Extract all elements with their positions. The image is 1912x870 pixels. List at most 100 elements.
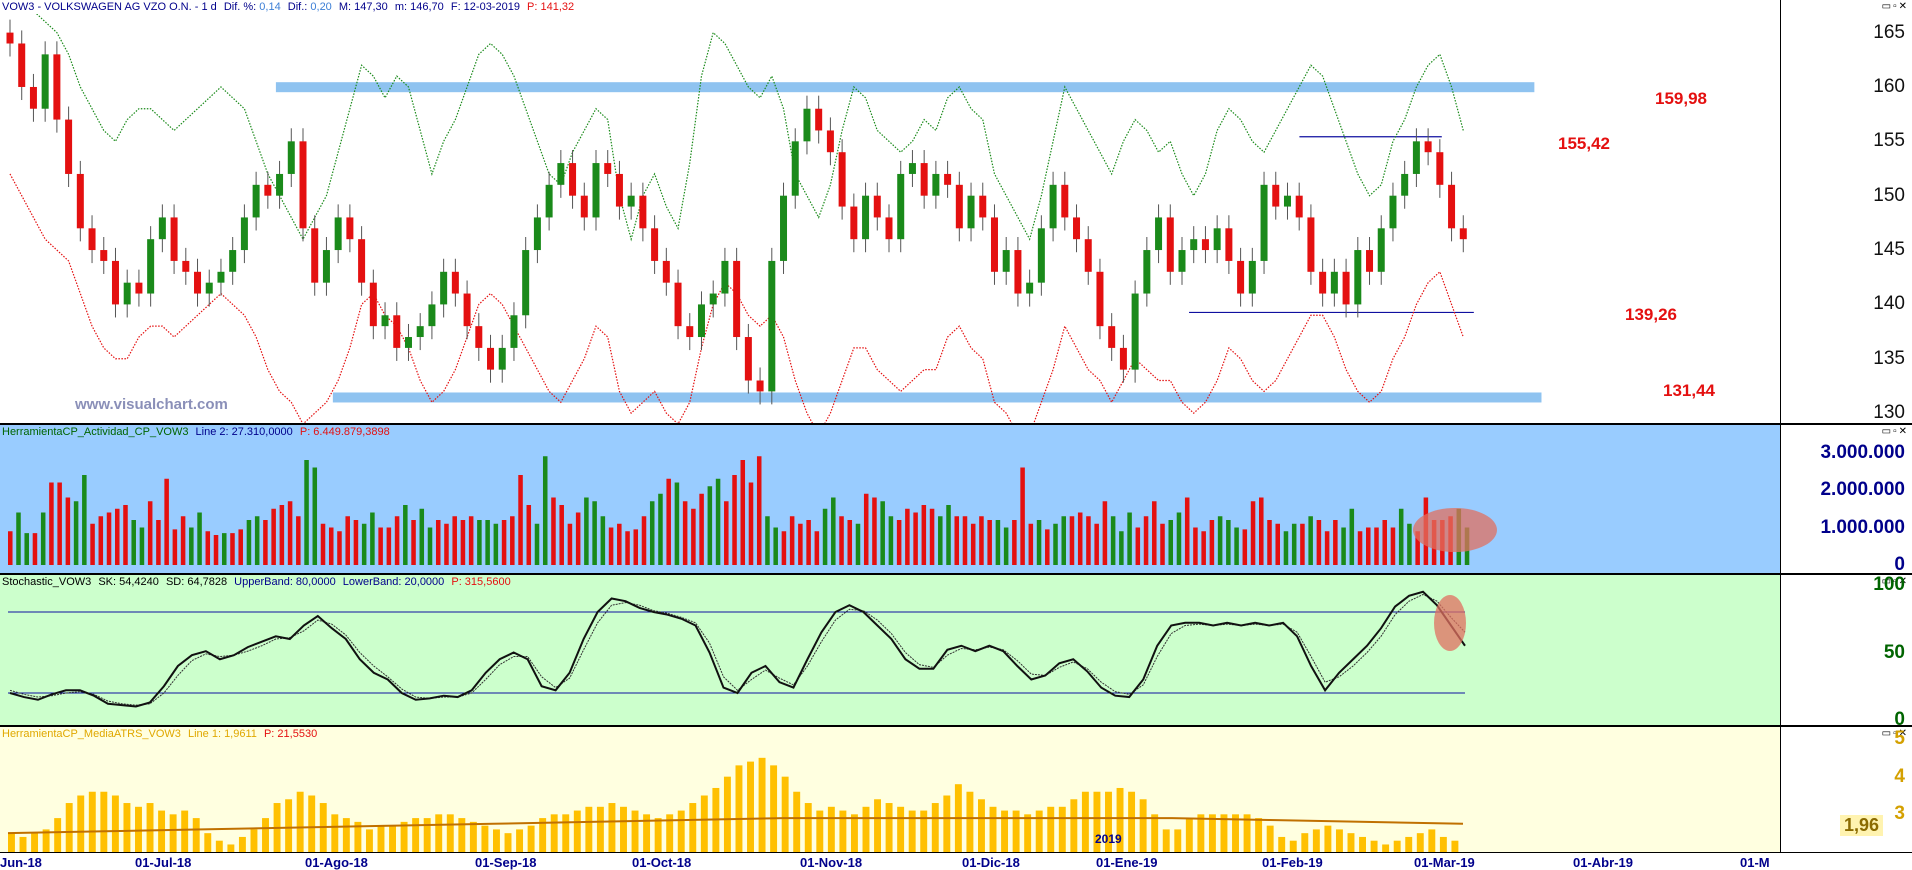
atr-bar <box>493 829 500 852</box>
activity-bar <box>798 523 803 565</box>
activity-bar <box>444 523 449 565</box>
atr-bar <box>1266 825 1274 852</box>
atr-bar <box>296 791 304 852</box>
candle <box>1131 293 1139 370</box>
atr-plot[interactable]: HerramientaCP_MediaATRS_VOW3 Line 1: 1,9… <box>0 727 1780 852</box>
atr-bar <box>54 818 62 852</box>
activity-bar <box>1398 508 1404 565</box>
candle <box>1166 217 1174 272</box>
atr-bar <box>123 803 131 852</box>
candle <box>932 173 940 196</box>
candle <box>592 163 600 218</box>
candle <box>850 206 858 240</box>
activity-bar <box>649 501 655 565</box>
atr-bar <box>862 806 870 852</box>
activity-bar <box>1028 523 1034 565</box>
candle <box>674 282 682 327</box>
activity-bar <box>1119 531 1124 565</box>
candle <box>721 260 729 294</box>
candle <box>381 315 389 327</box>
activity-bar <box>8 531 13 565</box>
activity-bar <box>962 516 968 565</box>
candle <box>627 195 635 207</box>
activity-bar <box>1012 520 1017 565</box>
activity-bar <box>1020 467 1025 565</box>
activity-name: HerramientaCP_Actividad_CP_VOW3 <box>2 426 189 438</box>
candle <box>428 304 436 327</box>
activity-bar <box>888 516 894 565</box>
price-plot[interactable]: VOW3 - VOLKSWAGEN AG VZO O.N. - 1 d Dif.… <box>0 0 1780 424</box>
candle <box>1377 228 1385 272</box>
atr-bar <box>135 806 142 852</box>
candle <box>545 184 553 218</box>
atr-bar <box>1335 829 1343 852</box>
activity-bar <box>24 533 29 565</box>
activity-bar <box>139 527 145 565</box>
watermark: www.visualchart.com <box>75 396 228 413</box>
stochastic-y-axis: ▭▫✕ 100 50 0 <box>1780 575 1912 725</box>
atr-bar <box>585 806 593 852</box>
window-controls[interactable]: ▭▫✕ <box>1882 426 1909 437</box>
activity-bar <box>1333 520 1338 565</box>
y-tick-label: 145 <box>1873 239 1905 261</box>
activity-header: HerramientaCP_Actividad_CP_VOW3 Line 2: … <box>2 425 390 439</box>
activity-bar <box>1127 512 1132 565</box>
activity-bar <box>608 527 614 565</box>
atr-bar <box>816 810 824 852</box>
atr-bar <box>285 799 293 852</box>
activity-bar <box>1003 527 1009 565</box>
stochastic-header: Stochastic_VOW3 SK: 54,4240 SD: 64,7828 … <box>2 575 511 589</box>
activity-bar <box>172 529 178 565</box>
activity-bar <box>189 527 194 565</box>
atr-bar <box>562 814 570 852</box>
atr-bar <box>1012 810 1020 852</box>
candle <box>580 195 588 218</box>
candle <box>463 293 471 327</box>
atr-bar <box>1139 799 1147 852</box>
year-marker: 2019 <box>1095 832 1122 846</box>
atr-bar <box>19 836 27 852</box>
y-tick-label: 140 <box>1873 293 1905 315</box>
x-tick-label: 01-Abr-19 <box>1573 855 1633 870</box>
candle <box>826 130 834 153</box>
activity-bar <box>1193 527 1198 565</box>
atr-bar <box>169 814 177 852</box>
activity-bar <box>254 516 260 565</box>
activity-bar <box>1275 523 1280 565</box>
atr-bar <box>481 825 489 852</box>
candle <box>252 184 260 218</box>
sd-line <box>9 593 1466 706</box>
candle <box>217 271 225 283</box>
level-band-0 <box>275 82 1535 93</box>
atr-bar <box>1058 806 1066 852</box>
candle <box>697 304 705 338</box>
activity-bar <box>1152 501 1157 565</box>
activity-bar <box>658 493 663 565</box>
price-chart <box>6 0 1542 424</box>
atr-bar <box>1081 791 1089 852</box>
activity-bar <box>633 529 639 565</box>
activity-bar <box>1209 520 1215 565</box>
atr-bar <box>793 791 801 852</box>
activity-bar <box>246 520 252 565</box>
atr-bar <box>1185 818 1193 852</box>
activity-p-label: P: 6.449.879,3898 <box>299 426 390 438</box>
activity-bar <box>674 482 680 565</box>
stochastic-plot[interactable]: Stochastic_VOW3 SK: 54,4240 SD: 64,7828 … <box>0 575 1780 725</box>
candle <box>979 195 987 218</box>
activity-plot[interactable]: HerramientaCP_Actividad_CP_VOW3 Line 2: … <box>0 425 1780 573</box>
atr-bar <box>989 806 997 852</box>
candle <box>1084 239 1092 272</box>
candle <box>1366 250 1374 272</box>
activity-bar <box>213 535 219 565</box>
activity-bar <box>501 520 507 565</box>
candle <box>451 271 459 294</box>
window-controls[interactable]: ▭▫✕ <box>1882 1 1909 12</box>
activity-bar <box>427 527 433 565</box>
price-panel: VOW3 - VOLKSWAGEN AG VZO O.N. - 1 d Dif.… <box>0 0 1912 424</box>
max-label: M: 147,30 <box>338 1 388 13</box>
activity-bar <box>666 478 671 565</box>
atr-panel: HerramientaCP_MediaATRS_VOW3 Line 1: 1,9… <box>0 727 1912 852</box>
atr-bar <box>966 791 974 852</box>
candle <box>604 163 612 174</box>
